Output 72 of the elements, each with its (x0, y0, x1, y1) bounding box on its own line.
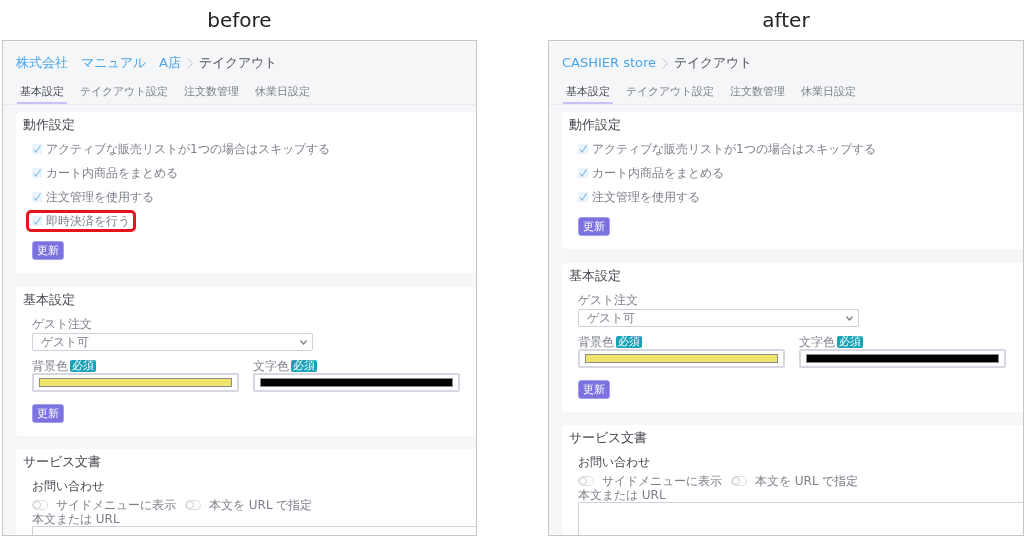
required-badge: 必須 (291, 360, 317, 372)
panel-caption: before (207, 10, 272, 30)
checkbox[interactable] (578, 192, 588, 202)
text-area-field[interactable] (32, 526, 476, 535)
card-title: 基本設定 (569, 268, 622, 284)
field-label: 文字色 (799, 335, 835, 349)
checkbox[interactable] (578, 144, 588, 154)
checkbox-label: カート内商品をまとめる (592, 166, 724, 180)
checkbox-label: アクティブな販売リストが1つの場合はスキップする (46, 142, 330, 156)
color-field[interactable] (799, 349, 1006, 368)
update-button[interactable]: 更新 (32, 241, 64, 260)
chevron-right-icon (662, 57, 669, 69)
toggle-switch[interactable] (185, 500, 201, 510)
card-title: 動作設定 (23, 117, 76, 133)
section-title: お問い合わせ (32, 479, 105, 493)
chevron-down-icon (846, 315, 853, 321)
color-field[interactable] (578, 349, 785, 368)
tab[interactable]: 注文数管理 (181, 85, 242, 104)
card-title: サービス文書 (569, 430, 648, 446)
tab[interactable]: 注文数管理 (727, 85, 788, 104)
tab[interactable]: 休業日設定 (798, 85, 859, 104)
select-field[interactable]: ゲスト可 (578, 309, 859, 327)
required-badge: 必須 (616, 336, 642, 348)
color-field[interactable] (253, 373, 460, 392)
required-badge: 必須 (70, 360, 96, 372)
field-label: 背景色 (32, 359, 68, 373)
panel-caption: after (762, 10, 810, 30)
field-label: ゲスト注文 (32, 317, 93, 331)
field-label: 文字色 (253, 359, 289, 373)
color-field[interactable] (32, 373, 239, 392)
breadcrumb-link[interactable]: 株式会社 マニュアル A店 (16, 55, 181, 71)
tab[interactable]: 基本設定 (17, 85, 67, 104)
update-button[interactable]: 更新 (578, 217, 610, 236)
field-label: 背景色 (578, 335, 614, 349)
checkbox-label: 即時決済を行う (46, 214, 130, 228)
section-title: お問い合わせ (578, 455, 651, 469)
field-label: 本文または URL (32, 512, 121, 526)
breadcrumb-link[interactable]: CASHIER store (562, 55, 657, 71)
checkbox[interactable] (578, 168, 588, 178)
toggle-label: サイドメニューに表示 (602, 474, 722, 488)
chevron-right-icon (186, 57, 193, 69)
select-field[interactable]: ゲスト可 (32, 333, 313, 351)
field-label: ゲスト注文 (578, 293, 639, 307)
checkbox[interactable] (32, 144, 42, 154)
toggle-switch[interactable] (32, 500, 48, 510)
card-title: 動作設定 (569, 117, 622, 133)
toggle-label: 本文を URL で指定 (755, 474, 859, 488)
text-area-field[interactable] (578, 502, 1023, 535)
checkbox-label: 注文管理を使用する (592, 190, 700, 204)
tab[interactable]: テイクアウト設定 (77, 85, 171, 104)
breadcrumb-current: テイクアウト (198, 55, 277, 71)
card-title: 基本設定 (23, 292, 76, 308)
checkbox[interactable] (32, 168, 42, 178)
toggle-switch[interactable] (578, 476, 594, 486)
required-badge: 必須 (837, 336, 863, 348)
tab[interactable]: テイクアウト設定 (623, 85, 717, 104)
card-title: サービス文書 (23, 454, 102, 470)
chevron-down-icon (300, 339, 307, 345)
checkbox-label: カート内商品をまとめる (46, 166, 178, 180)
update-button[interactable]: 更新 (32, 404, 64, 423)
checkbox[interactable] (32, 192, 42, 202)
toggle-label: サイドメニューに表示 (56, 498, 176, 512)
checkbox-label: 注文管理を使用する (46, 190, 154, 204)
update-button[interactable]: 更新 (578, 380, 610, 399)
checkbox[interactable] (32, 216, 42, 226)
checkbox-label: アクティブな販売リストが1つの場合はスキップする (592, 142, 876, 156)
breadcrumb-current: テイクアウト (674, 55, 753, 71)
field-label: 本文または URL (578, 488, 667, 502)
tab[interactable]: 休業日設定 (252, 85, 313, 104)
tab[interactable]: 基本設定 (563, 85, 613, 104)
toggle-label: 本文を URL で指定 (209, 498, 313, 512)
toggle-switch[interactable] (731, 476, 747, 486)
